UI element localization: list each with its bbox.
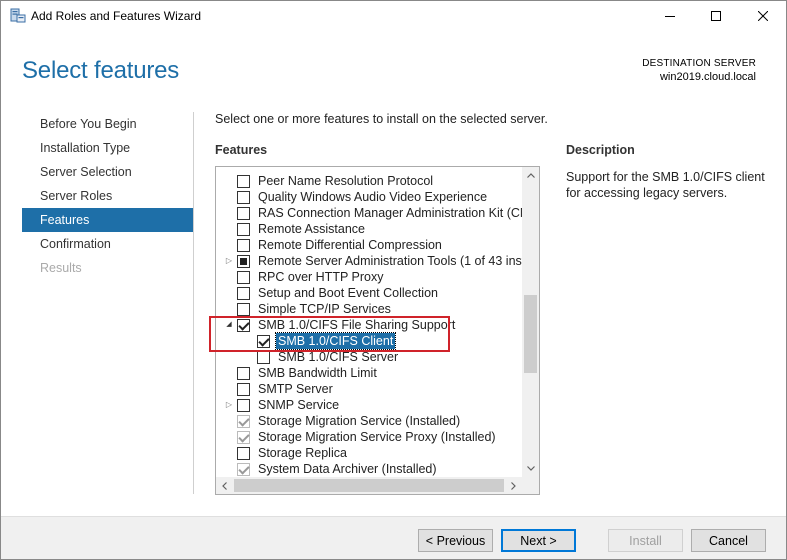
- feature-checkbox[interactable]: [237, 191, 250, 204]
- feature-row[interactable]: System Data Archiver (Installed): [216, 461, 522, 477]
- tree-collapsed-icon[interactable]: ▷: [224, 397, 234, 413]
- features-heading: Features: [215, 143, 268, 157]
- horizontal-scroll-thumb[interactable]: [234, 479, 504, 492]
- chevron-right-icon: [511, 481, 516, 490]
- feature-row[interactable]: SMTP Server: [216, 381, 522, 397]
- nav-item-features[interactable]: Features: [22, 208, 193, 232]
- maximize-icon: [711, 11, 721, 21]
- feature-row[interactable]: Quality Windows Audio Video Experience: [216, 189, 522, 205]
- maximize-button[interactable]: [693, 1, 739, 31]
- tree-collapsed-icon[interactable]: ▷: [224, 253, 234, 269]
- previous-button[interactable]: < Previous: [418, 529, 493, 552]
- nav-item-results: Results: [40, 261, 82, 275]
- feature-label[interactable]: Storage Replica: [258, 445, 347, 461]
- feature-checkbox[interactable]: [237, 383, 250, 396]
- page-title: Select features: [22, 57, 180, 84]
- feature-label[interactable]: Peer Name Resolution Protocol: [258, 173, 433, 189]
- feature-checkbox: [237, 415, 250, 428]
- feature-label[interactable]: SNMP Service: [258, 397, 339, 413]
- annotation-highlight-box: [209, 316, 450, 352]
- feature-row[interactable]: ▷ Remote Server Administration Tools (1 o…: [216, 253, 535, 269]
- feature-label[interactable]: RAS Connection Manager Administration Ki…: [258, 205, 539, 221]
- feature-row[interactable]: Remote Differential Compression: [216, 237, 522, 253]
- feature-label[interactable]: Quality Windows Audio Video Experience: [258, 189, 487, 205]
- feature-checkbox[interactable]: [237, 175, 250, 188]
- feature-label[interactable]: SMTP Server: [258, 381, 333, 397]
- install-button: Install: [608, 529, 683, 552]
- wizard-nav: Before You Begin Installation Type Serve…: [22, 112, 193, 280]
- feature-row[interactable]: Setup and Boot Event Collection: [216, 285, 522, 301]
- feature-row[interactable]: SMB Bandwidth Limit: [216, 365, 522, 381]
- minimize-icon: [665, 16, 675, 17]
- feature-row[interactable]: Storage Migration Service (Installed): [216, 413, 522, 429]
- instruction-text: Select one or more features to install o…: [215, 112, 548, 126]
- feature-label[interactable]: Setup and Boot Event Collection: [258, 285, 438, 301]
- destination-server-value: win2019.cloud.local: [659, 71, 756, 83]
- scroll-right-button[interactable]: [505, 477, 522, 494]
- next-button[interactable]: Next >: [501, 529, 576, 552]
- feature-checkbox[interactable]: [237, 239, 250, 252]
- vertical-scroll-thumb[interactable]: [524, 295, 537, 373]
- feature-checkbox[interactable]: [237, 255, 250, 268]
- wizard-footer: < Previous Next > Install Cancel: [1, 516, 786, 559]
- wizard-window: Add Roles and Features Wizard Select fea…: [0, 0, 787, 560]
- nav-item-before-you-begin[interactable]: Before You Begin: [22, 112, 193, 136]
- feature-checkbox[interactable]: [237, 223, 250, 236]
- scroll-left-button[interactable]: [216, 477, 233, 494]
- feature-label[interactable]: System Data Archiver (Installed): [258, 461, 437, 477]
- minimize-button[interactable]: [647, 1, 693, 31]
- window-title: Add Roles and Features Wizard: [31, 9, 202, 23]
- scrollbar-corner: [522, 477, 539, 494]
- feature-checkbox[interactable]: [237, 303, 250, 316]
- scroll-down-button[interactable]: [522, 460, 539, 477]
- feature-row[interactable]: Storage Replica: [216, 445, 522, 461]
- scroll-up-button[interactable]: [522, 167, 539, 184]
- feature-row[interactable]: Remote Assistance: [216, 221, 522, 237]
- feature-label[interactable]: Simple TCP/IP Services: [258, 301, 391, 317]
- feature-checkbox[interactable]: [237, 447, 250, 460]
- chevron-left-icon: [222, 481, 227, 490]
- feature-checkbox[interactable]: [237, 399, 250, 412]
- feature-checkbox: [237, 431, 250, 444]
- feature-label[interactable]: Remote Assistance: [258, 221, 365, 237]
- nav-item-confirmation[interactable]: Confirmation: [22, 232, 193, 256]
- nav-item-server-roles[interactable]: Server Roles: [22, 184, 193, 208]
- horizontal-scrollbar[interactable]: [216, 477, 522, 494]
- feature-label[interactable]: RPC over HTTP Proxy: [258, 269, 384, 285]
- destination-server-label: DESTINATION SERVER: [642, 58, 756, 69]
- title-bar[interactable]: Add Roles and Features Wizard: [1, 1, 786, 31]
- close-button[interactable]: [740, 1, 786, 31]
- feature-row[interactable]: RAS Connection Manager Administration Ki…: [216, 205, 539, 221]
- feature-row[interactable]: RPC over HTTP Proxy: [216, 269, 522, 285]
- description-text: Support for the SMB 1.0/CIFS client for …: [566, 170, 765, 200]
- server-manager-icon: [10, 8, 26, 23]
- description-heading: Description: [566, 143, 635, 157]
- feature-label[interactable]: Storage Migration Service (Installed): [258, 413, 460, 429]
- feature-label[interactable]: Remote Differential Compression: [258, 237, 442, 253]
- feature-label[interactable]: Storage Migration Service Proxy (Install…: [258, 429, 496, 445]
- chevron-down-icon: [526, 466, 535, 471]
- feature-checkbox: [237, 463, 250, 476]
- nav-divider: [193, 112, 194, 494]
- feature-row[interactable]: ▷ SNMP Service: [216, 397, 522, 413]
- feature-label[interactable]: Remote Server Administration Tools (1 of…: [258, 253, 535, 269]
- close-icon: [758, 11, 768, 21]
- cancel-button[interactable]: Cancel: [691, 529, 766, 552]
- feature-checkbox[interactable]: [237, 287, 250, 300]
- feature-checkbox[interactable]: [237, 271, 250, 284]
- feature-checkbox[interactable]: [237, 207, 250, 220]
- nav-item-installation-type[interactable]: Installation Type: [22, 136, 193, 160]
- feature-checkbox[interactable]: [257, 351, 270, 364]
- feature-row[interactable]: Peer Name Resolution Protocol: [216, 173, 522, 189]
- feature-label[interactable]: SMB Bandwidth Limit: [258, 365, 377, 381]
- vertical-scrollbar[interactable]: [522, 167, 539, 477]
- chevron-up-icon: [526, 173, 535, 178]
- feature-row[interactable]: Storage Migration Service Proxy (Install…: [216, 429, 522, 445]
- feature-row[interactable]: Simple TCP/IP Services: [216, 301, 522, 317]
- feature-checkbox[interactable]: [237, 367, 250, 380]
- nav-item-server-selection[interactable]: Server Selection: [22, 160, 193, 184]
